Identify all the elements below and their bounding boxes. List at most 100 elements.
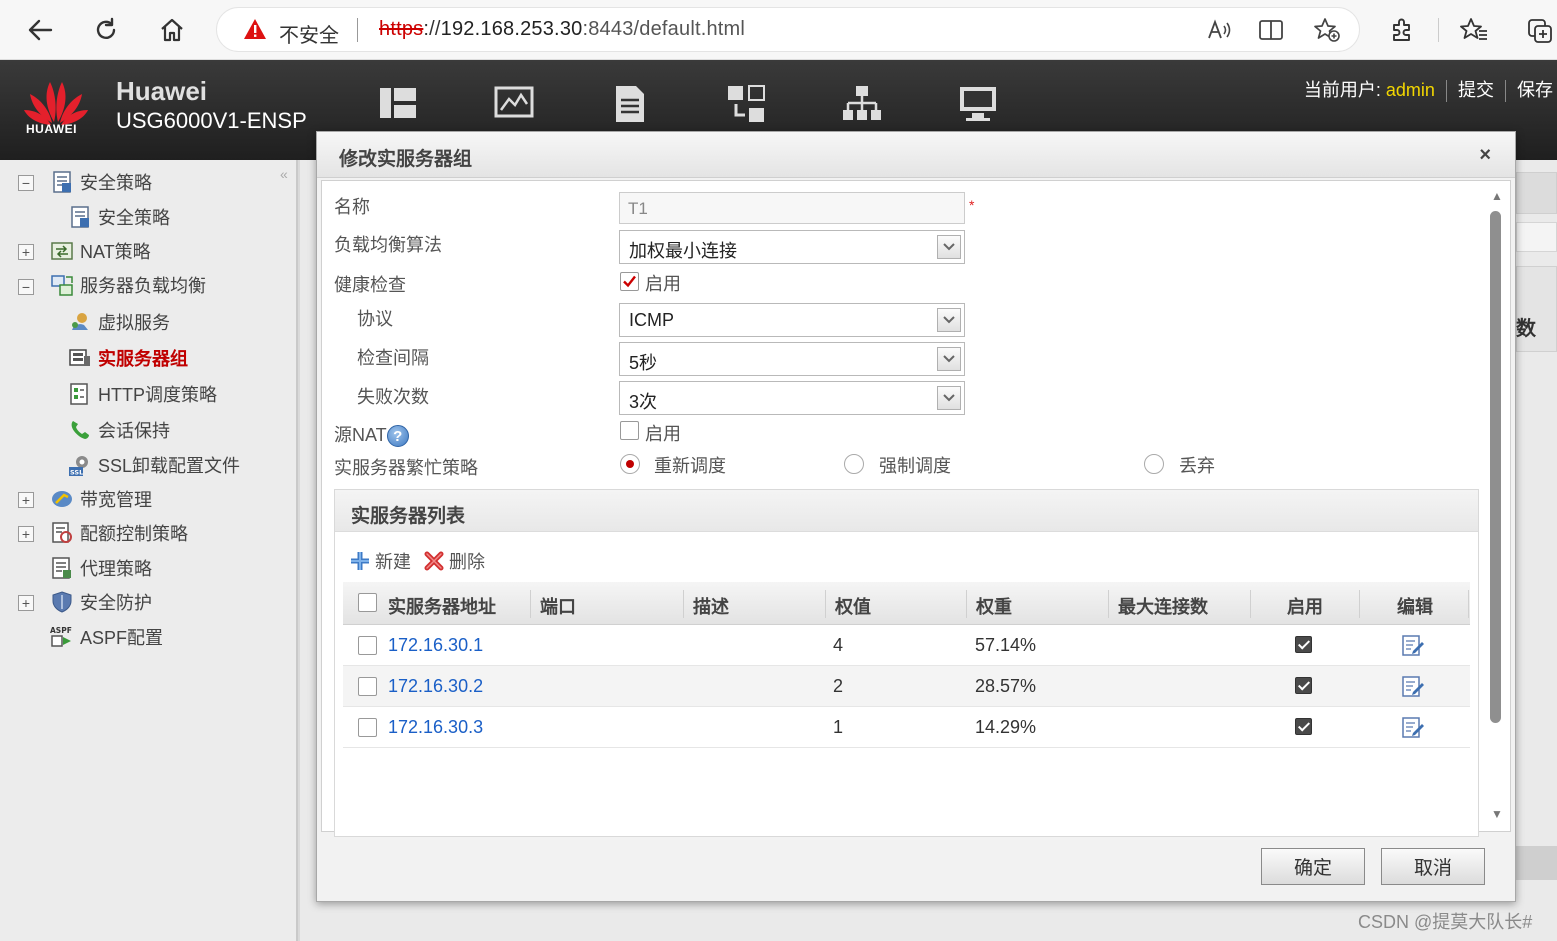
chevron-down-icon[interactable] xyxy=(937,386,961,410)
load-balance-icon xyxy=(51,275,73,296)
col-port[interactable]: 端口 xyxy=(540,593,576,619)
expand-toggle-icon[interactable]: + xyxy=(18,244,34,260)
chevron-down-icon[interactable] xyxy=(937,235,961,259)
sidebar-item-nat-policy[interactable]: NAT策略 xyxy=(50,236,151,266)
server-address-link[interactable]: 172.16.30.3 xyxy=(388,717,483,738)
sidebar-item-virtual-service[interactable]: 虚拟服务 xyxy=(68,307,170,337)
sidebar-item-security-policy-sub[interactable]: 安全策略 xyxy=(68,202,170,232)
col-edit[interactable]: 编辑 xyxy=(1397,593,1433,619)
chevron-down-icon[interactable] xyxy=(937,308,961,332)
algorithm-select[interactable]: 加权最小连接 xyxy=(619,230,965,264)
row-enabled-checkbox[interactable] xyxy=(1295,677,1312,694)
submit-button[interactable]: 提交 xyxy=(1458,80,1494,100)
sidebar-item-label: 配额控制策略 xyxy=(80,524,188,544)
sidebar-item-http-policy[interactable]: HTTP调度策略 xyxy=(68,379,217,409)
collapse-toggle-icon[interactable]: − xyxy=(18,175,34,191)
snat-checkbox[interactable] xyxy=(620,421,639,440)
column-divider xyxy=(1468,590,1469,618)
radio-force-schedule[interactable] xyxy=(844,454,864,474)
home-icon[interactable] xyxy=(154,12,190,48)
close-icon[interactable]: × xyxy=(1479,144,1491,167)
quota-icon xyxy=(52,522,72,543)
policy-icon[interactable] xyxy=(610,84,650,124)
select-all-checkbox[interactable] xyxy=(358,593,377,612)
row-checkbox[interactable] xyxy=(358,718,377,737)
objects-icon[interactable] xyxy=(726,84,766,124)
col-address[interactable]: 实服务器地址 xyxy=(388,593,496,619)
failures-select[interactable]: 3次 xyxy=(619,381,965,415)
scrollbar-thumb[interactable] xyxy=(1490,211,1501,723)
row-checkbox[interactable] xyxy=(358,636,377,655)
server-list-title: 实服务器列表 xyxy=(351,506,466,527)
expand-toggle-icon[interactable]: + xyxy=(18,526,34,542)
col-ratio[interactable]: 权重 xyxy=(976,593,1012,619)
table-row[interactable]: 172.16.30.2 2 28.57% xyxy=(343,666,1470,707)
delete-button[interactable]: 删除 xyxy=(423,548,485,574)
dialog-scrollbar[interactable]: ▲ ▼ xyxy=(1486,181,1508,831)
system-icon[interactable] xyxy=(958,84,998,124)
proxy-doc-icon xyxy=(52,557,71,579)
sidebar-item-proxy[interactable]: 代理策略 xyxy=(50,553,152,583)
radio-reschedule[interactable] xyxy=(620,454,640,474)
split-screen-icon[interactable] xyxy=(1253,12,1289,48)
protocol-select[interactable]: ICMP xyxy=(619,303,965,337)
favorites-icon[interactable] xyxy=(1456,12,1492,48)
url-text[interactable]: https://192.168.253.30:8443/default.html xyxy=(379,18,745,41)
dashboard-icon[interactable] xyxy=(378,84,418,124)
collections-icon[interactable] xyxy=(1522,12,1557,48)
help-icon[interactable]: ? xyxy=(386,425,409,448)
edit-icon[interactable] xyxy=(1401,715,1425,739)
brand-name: Huawei xyxy=(116,76,208,106)
monitor-icon[interactable] xyxy=(494,84,534,124)
edit-icon[interactable] xyxy=(1401,633,1425,657)
extensions-icon[interactable] xyxy=(1384,12,1420,48)
sidebar-item-quota[interactable]: 配额控制策略 xyxy=(50,518,188,548)
network-icon[interactable] xyxy=(842,84,882,124)
address-bar[interactable]: 不安全 https://192.168.253.30:8443/default.… xyxy=(216,7,1360,52)
back-arrow-icon[interactable] xyxy=(22,12,58,48)
table-row[interactable]: 172.16.30.1 4 57.14% xyxy=(343,625,1470,666)
collapse-sidebar-icon[interactable]: « xyxy=(280,166,288,182)
col-weight[interactable]: 权值 xyxy=(835,593,871,619)
ok-button[interactable]: 确定 xyxy=(1261,848,1365,885)
scroll-up-icon[interactable]: ▲ xyxy=(1491,189,1503,203)
health-check-checkbox[interactable] xyxy=(620,272,639,291)
bg-footer-fragment xyxy=(1516,846,1557,880)
sidebar-item-ssl-offload[interactable]: SSL SSL卸载配置文件 xyxy=(68,450,240,480)
row-enabled-checkbox[interactable] xyxy=(1295,718,1312,735)
sidebar-item-label: 会话保持 xyxy=(98,421,170,441)
name-field[interactable]: T1 xyxy=(619,192,965,224)
interval-select[interactable]: 5秒 xyxy=(619,342,965,376)
reload-icon[interactable] xyxy=(88,12,124,48)
read-aloud-icon[interactable] xyxy=(1201,12,1237,48)
save-button[interactable]: 保存 xyxy=(1517,80,1553,100)
table-row[interactable]: 172.16.30.3 1 14.29% xyxy=(343,707,1470,748)
row-enabled-checkbox[interactable] xyxy=(1295,636,1312,653)
sidebar-item-security-protection[interactable]: 安全防护 xyxy=(50,587,152,617)
sidebar-item-session-persistence[interactable]: 会话保持 xyxy=(68,415,170,445)
radio-discard[interactable] xyxy=(1144,454,1164,474)
server-address-link[interactable]: 172.16.30.1 xyxy=(388,635,483,656)
sidebar-item-bandwidth[interactable]: 带宽管理 xyxy=(50,484,152,514)
scroll-down-icon[interactable]: ▼ xyxy=(1491,807,1503,821)
expand-toggle-icon[interactable]: + xyxy=(18,492,34,508)
dialog-titlebar[interactable]: 修改实服务器组 × xyxy=(317,132,1515,178)
sidebar-item-slb[interactable]: 服务器负载均衡 xyxy=(50,270,206,300)
col-desc[interactable]: 描述 xyxy=(693,593,729,619)
server-address-link[interactable]: 172.16.30.2 xyxy=(388,676,483,697)
row-checkbox[interactable] xyxy=(358,677,377,696)
edit-icon[interactable] xyxy=(1401,674,1425,698)
chevron-down-icon[interactable] xyxy=(937,347,961,371)
expand-toggle-icon[interactable]: + xyxy=(18,595,34,611)
add-favorite-icon[interactable] xyxy=(1309,12,1345,48)
sidebar-item-security-policy[interactable]: 安全策略 xyxy=(50,167,152,197)
col-maxconn[interactable]: 最大连接数 xyxy=(1118,593,1208,619)
cancel-button[interactable]: 取消 xyxy=(1381,848,1485,885)
collapse-toggle-icon[interactable]: − xyxy=(18,279,34,295)
col-enabled[interactable]: 启用 xyxy=(1287,593,1323,619)
sidebar-item-aspf[interactable]: ASPF ASPF配置 xyxy=(50,622,163,652)
radio-force-schedule-label: 强制调度 xyxy=(879,456,951,476)
bandwidth-icon xyxy=(52,491,72,507)
sidebar-item-real-server-group[interactable]: 实服务器组 xyxy=(68,343,188,373)
new-button[interactable]: 新建 xyxy=(349,548,411,574)
